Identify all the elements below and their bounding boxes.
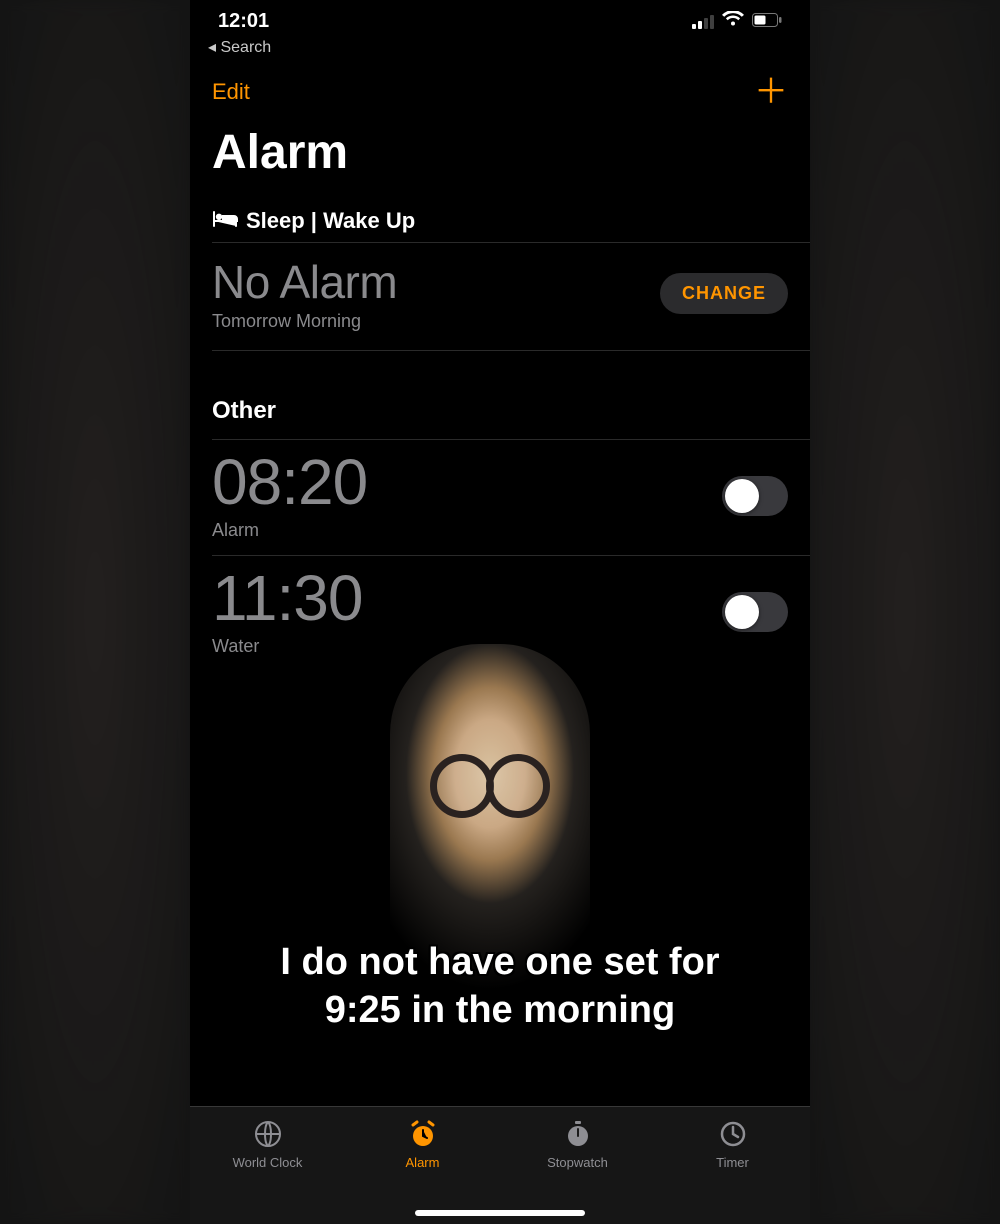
change-button[interactable]: CHANGE xyxy=(660,273,788,314)
tab-alarm[interactable]: Alarm xyxy=(368,1117,478,1170)
status-bar: 12:01 xyxy=(190,0,810,33)
status-time: 12:01 xyxy=(218,10,269,33)
caption-line-2: 9:25 in the morning xyxy=(325,989,675,1031)
tab-world-clock[interactable]: World Clock xyxy=(213,1117,323,1170)
tab-stopwatch[interactable]: Stopwatch xyxy=(523,1117,633,1170)
bed-icon xyxy=(212,208,238,234)
tab-label: Stopwatch xyxy=(547,1155,608,1170)
alarm-clock-icon xyxy=(406,1117,440,1151)
tab-timer[interactable]: Timer xyxy=(678,1117,788,1170)
alarm-time: 11:30 xyxy=(212,566,362,630)
wifi-icon xyxy=(722,10,744,33)
back-search[interactable]: ◂ Search xyxy=(190,33,810,57)
alarm-time: 08:20 xyxy=(212,450,367,514)
letterbox-left xyxy=(0,0,190,1224)
alarm-label: Water xyxy=(212,636,362,657)
tab-bar: World Clock Alarm Stopwatch Timer xyxy=(190,1106,810,1224)
battery-icon xyxy=(752,10,782,33)
sleep-alarm-status: No Alarm xyxy=(212,255,397,309)
add-alarm-button[interactable]: ＋ xyxy=(754,75,788,109)
other-section-header: Other xyxy=(190,351,810,439)
tab-label: Timer xyxy=(716,1155,749,1170)
alarm-toggle[interactable] xyxy=(722,592,788,632)
cellular-icon xyxy=(692,15,714,29)
chevron-left-icon: ◂ xyxy=(208,39,220,56)
alarm-toggle[interactable] xyxy=(722,476,788,516)
edit-button[interactable]: Edit xyxy=(212,79,250,105)
page-title: Alarm xyxy=(190,113,810,208)
sleep-header-label: Sleep | Wake Up xyxy=(246,208,415,234)
sleep-alarm-subtitle: Tomorrow Morning xyxy=(212,311,397,332)
timer-icon xyxy=(716,1117,750,1151)
tab-label: World Clock xyxy=(233,1155,303,1170)
alarm-label: Alarm xyxy=(212,520,367,541)
letterbox-right xyxy=(810,0,1000,1224)
phone-frame: 12:01 ◂ Search Edit xyxy=(190,0,810,1224)
sleep-wake-row[interactable]: No Alarm Tomorrow Morning CHANGE xyxy=(190,243,810,350)
home-indicator[interactable] xyxy=(415,1210,585,1216)
alarm-row[interactable]: 08:20 Alarm xyxy=(190,440,810,555)
video-caption: I do not have one set for 9:25 in the mo… xyxy=(190,939,810,1034)
tab-label: Alarm xyxy=(406,1155,440,1170)
back-search-label: Search xyxy=(220,39,271,56)
caption-line-1: I do not have one set for xyxy=(280,941,719,983)
stopwatch-icon xyxy=(561,1117,595,1151)
sleep-section-header: Sleep | Wake Up xyxy=(190,208,810,242)
globe-icon xyxy=(251,1117,285,1151)
